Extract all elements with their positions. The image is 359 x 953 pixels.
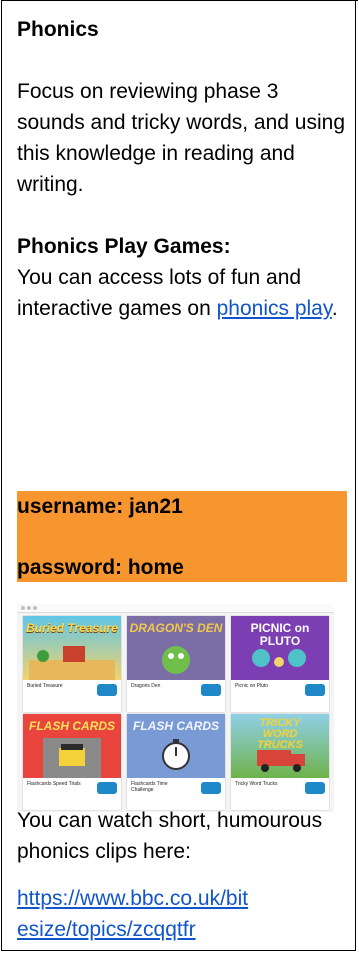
clips-paragraph: You can watch short, humourous phonics c… <box>17 809 323 863</box>
tricky-word-trucks-art: TRICKY WORD TRUCKS <box>231 714 329 778</box>
stopwatch-icon <box>162 739 190 770</box>
truck-icon <box>257 750 305 772</box>
bbc-bitesize-link-line1[interactable]: https://www.bbc.co.uk/bit <box>17 883 352 914</box>
play-button[interactable] <box>97 684 117 696</box>
username-text: username: jan21 <box>17 495 183 518</box>
car-icon <box>43 738 101 778</box>
games-period: . <box>331 297 338 320</box>
game-card[interactable]: DRAGON'S DEN Dragons Den <box>127 616 225 712</box>
dragon-icon <box>162 646 190 674</box>
card-caption: Tricky Word Trucks <box>235 781 278 787</box>
intro-paragraph: Focus on reviewing phase 3 sounds and tr… <box>17 80 346 196</box>
game-card[interactable]: Buried Treasure Buried Treasure <box>23 616 121 712</box>
browser-dot-icon <box>27 606 31 610</box>
flash-cards-speed-art: FLASH CARDS <box>23 714 121 778</box>
game-card[interactable]: FLASH CARDS Flashcards Time Challenge <box>127 714 225 810</box>
phonics-play-link[interactable]: phonics play <box>217 297 332 320</box>
browser-dot-icon <box>33 606 37 610</box>
play-button[interactable] <box>201 684 221 696</box>
game-card[interactable]: TRICKY WORD TRUCKS Tricky Word Trucks <box>231 714 329 810</box>
play-button[interactable] <box>305 684 325 696</box>
flash-cards-time-art: FLASH CARDS <box>127 714 225 778</box>
browser-dot-icon <box>21 606 25 610</box>
play-button[interactable] <box>201 782 221 794</box>
buried-treasure-art: Buried Treasure <box>23 616 121 680</box>
card-caption: Flashcards Speed Trials <box>27 781 81 787</box>
bbc-bitesize-link-line2[interactable]: esize/topics/zcqqtfr <box>17 914 347 945</box>
play-button[interactable] <box>97 782 117 794</box>
alien-icon <box>252 649 306 667</box>
games-paragraph: You can access lots of fun and interacti… <box>17 262 347 324</box>
dragons-den-art: DRAGON'S DEN <box>127 616 225 680</box>
card-caption: Buried Treasure <box>27 683 63 689</box>
game-card[interactable]: PICNIC on PLUTO Picnic on Pluto <box>231 616 329 712</box>
page-title: Phonics <box>17 18 99 41</box>
play-button[interactable] <box>305 782 325 794</box>
game-card[interactable]: FLASH CARDS Flashcards Speed Trials <box>23 714 121 810</box>
card-caption: Picnic on Pluto <box>235 683 269 689</box>
treasure-icon <box>29 646 115 680</box>
picnic-on-pluto-art: PICNIC on PLUTO <box>231 616 329 680</box>
password-text: password: home <box>17 556 184 579</box>
card-caption: Dragons Den <box>131 683 161 689</box>
browser-bar <box>17 604 334 613</box>
card-caption: Flashcards Time Challenge <box>131 781 168 793</box>
games-heading: Phonics Play Games: <box>17 235 231 258</box>
games-screenshot: Buried Treasure Buried Treasure DRAGON'S… <box>17 604 334 812</box>
